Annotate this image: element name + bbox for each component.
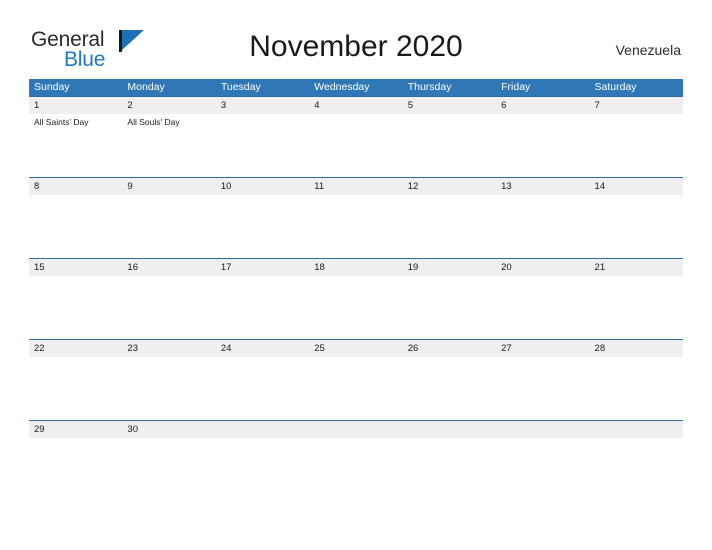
day-number: 11 [314,181,325,192]
page-header: General Blue November 2020 Venezuela [0,0,712,70]
day-number: 17 [220,262,232,273]
day-number: 14 [594,181,606,192]
day-cell[interactable]: 12 [403,178,496,258]
day-number: 3 [220,100,227,111]
day-cell[interactable]: 1 All Saints' Day [29,97,122,177]
day-cell-empty [309,421,402,442]
day-number: 25 [314,343,325,354]
day-cell[interactable]: 29 [29,421,122,442]
day-event: All Souls' Day [127,117,180,127]
day-number: 2 [127,100,133,111]
day-cell[interactable]: 2 All Souls' Day [122,97,215,177]
day-number: 30 [127,424,138,435]
weekday-header-tuesday: Tuesday [220,81,261,93]
day-cell-empty [403,421,496,442]
day-cell-empty [496,421,589,442]
weekday-header-saturday: Saturday [594,81,637,93]
day-number: 28 [594,343,606,354]
day-cell[interactable]: 20 [496,259,589,339]
weekday-header-thursday: Thursday [407,81,452,93]
day-cell[interactable]: 30 [122,421,215,442]
day-cell[interactable]: 5 [403,97,496,177]
calendar-grid: Sunday Monday Tuesday Wednesday Thursday… [29,79,683,442]
day-cell[interactable]: 27 [496,340,589,420]
day-number: 5 [407,100,413,111]
day-cell[interactable]: 17 [216,259,309,339]
day-cell[interactable]: 21 [590,259,683,339]
day-cell[interactable]: 23 [122,340,215,420]
day-cell[interactable]: 9 [122,178,215,258]
day-cell[interactable]: 11 [309,178,402,258]
day-cell[interactable]: 14 [590,178,683,258]
day-number: 8 [34,181,40,192]
calendar-page: General Blue November 2020 Venezuela Sun… [0,0,712,550]
day-cell[interactable]: 26 [403,340,496,420]
day-number: 23 [127,343,138,354]
day-number: 24 [220,343,232,354]
day-number: 12 [407,181,419,192]
day-cell[interactable]: 7 [590,97,683,177]
day-number: 27 [501,343,512,354]
day-event: All Saints' Day [34,117,89,127]
day-cell[interactable]: 3 [216,97,309,177]
day-number: 16 [127,262,138,273]
day-number: 29 [34,424,45,435]
day-cell[interactable]: 15 [29,259,122,339]
day-number: 7 [594,100,600,111]
day-cell[interactable]: 4 [309,97,402,177]
day-cell[interactable]: 25 [309,340,402,420]
weekday-header-friday: Friday [501,81,531,93]
day-number: 26 [407,343,419,354]
week-row: 1 All Saints' Day 2 All Souls' Day 3 4 5 6… [29,96,683,177]
day-cell[interactable]: 16 [122,259,215,339]
week-row: 29 30 [29,420,683,442]
day-cell[interactable]: 24 [216,340,309,420]
day-cell[interactable]: 22 [29,340,122,420]
page-title: November 2020 [249,30,463,63]
week-row: 15 16 17 18 19 20 21 [29,258,683,339]
day-cell[interactable]: 6 [496,97,589,177]
weekday-header-sunday: Sunday [34,81,70,93]
weekday-header-row: Sunday Monday Tuesday Wednesday Thursday… [29,79,683,96]
day-number: 19 [407,262,419,273]
day-cell-empty [216,421,309,442]
day-number: 20 [501,262,512,273]
weekday-header-monday: Monday [127,81,165,93]
day-number: 15 [34,262,45,273]
week-row: 22 23 24 25 26 27 28 [29,339,683,420]
day-cell[interactable]: 28 [590,340,683,420]
region-label: Venezuela [615,42,681,58]
day-number: 6 [501,100,507,111]
day-number: 4 [314,100,320,111]
day-cell[interactable]: 13 [496,178,589,258]
day-cell[interactable]: 18 [309,259,402,339]
weekday-header-wednesday: Wednesday [314,81,370,93]
day-cell[interactable]: 10 [216,178,309,258]
day-cell[interactable]: 8 [29,178,122,258]
day-number: 10 [220,181,232,192]
day-number: 22 [34,343,45,354]
week-row: 8 9 10 11 12 13 14 [29,177,683,258]
day-number: 13 [501,181,512,192]
day-cell-empty [590,421,683,442]
day-number: 1 [34,100,40,111]
day-number: 9 [127,181,133,192]
day-number: 21 [594,262,606,273]
day-number: 18 [314,262,325,273]
day-cell[interactable]: 19 [403,259,496,339]
